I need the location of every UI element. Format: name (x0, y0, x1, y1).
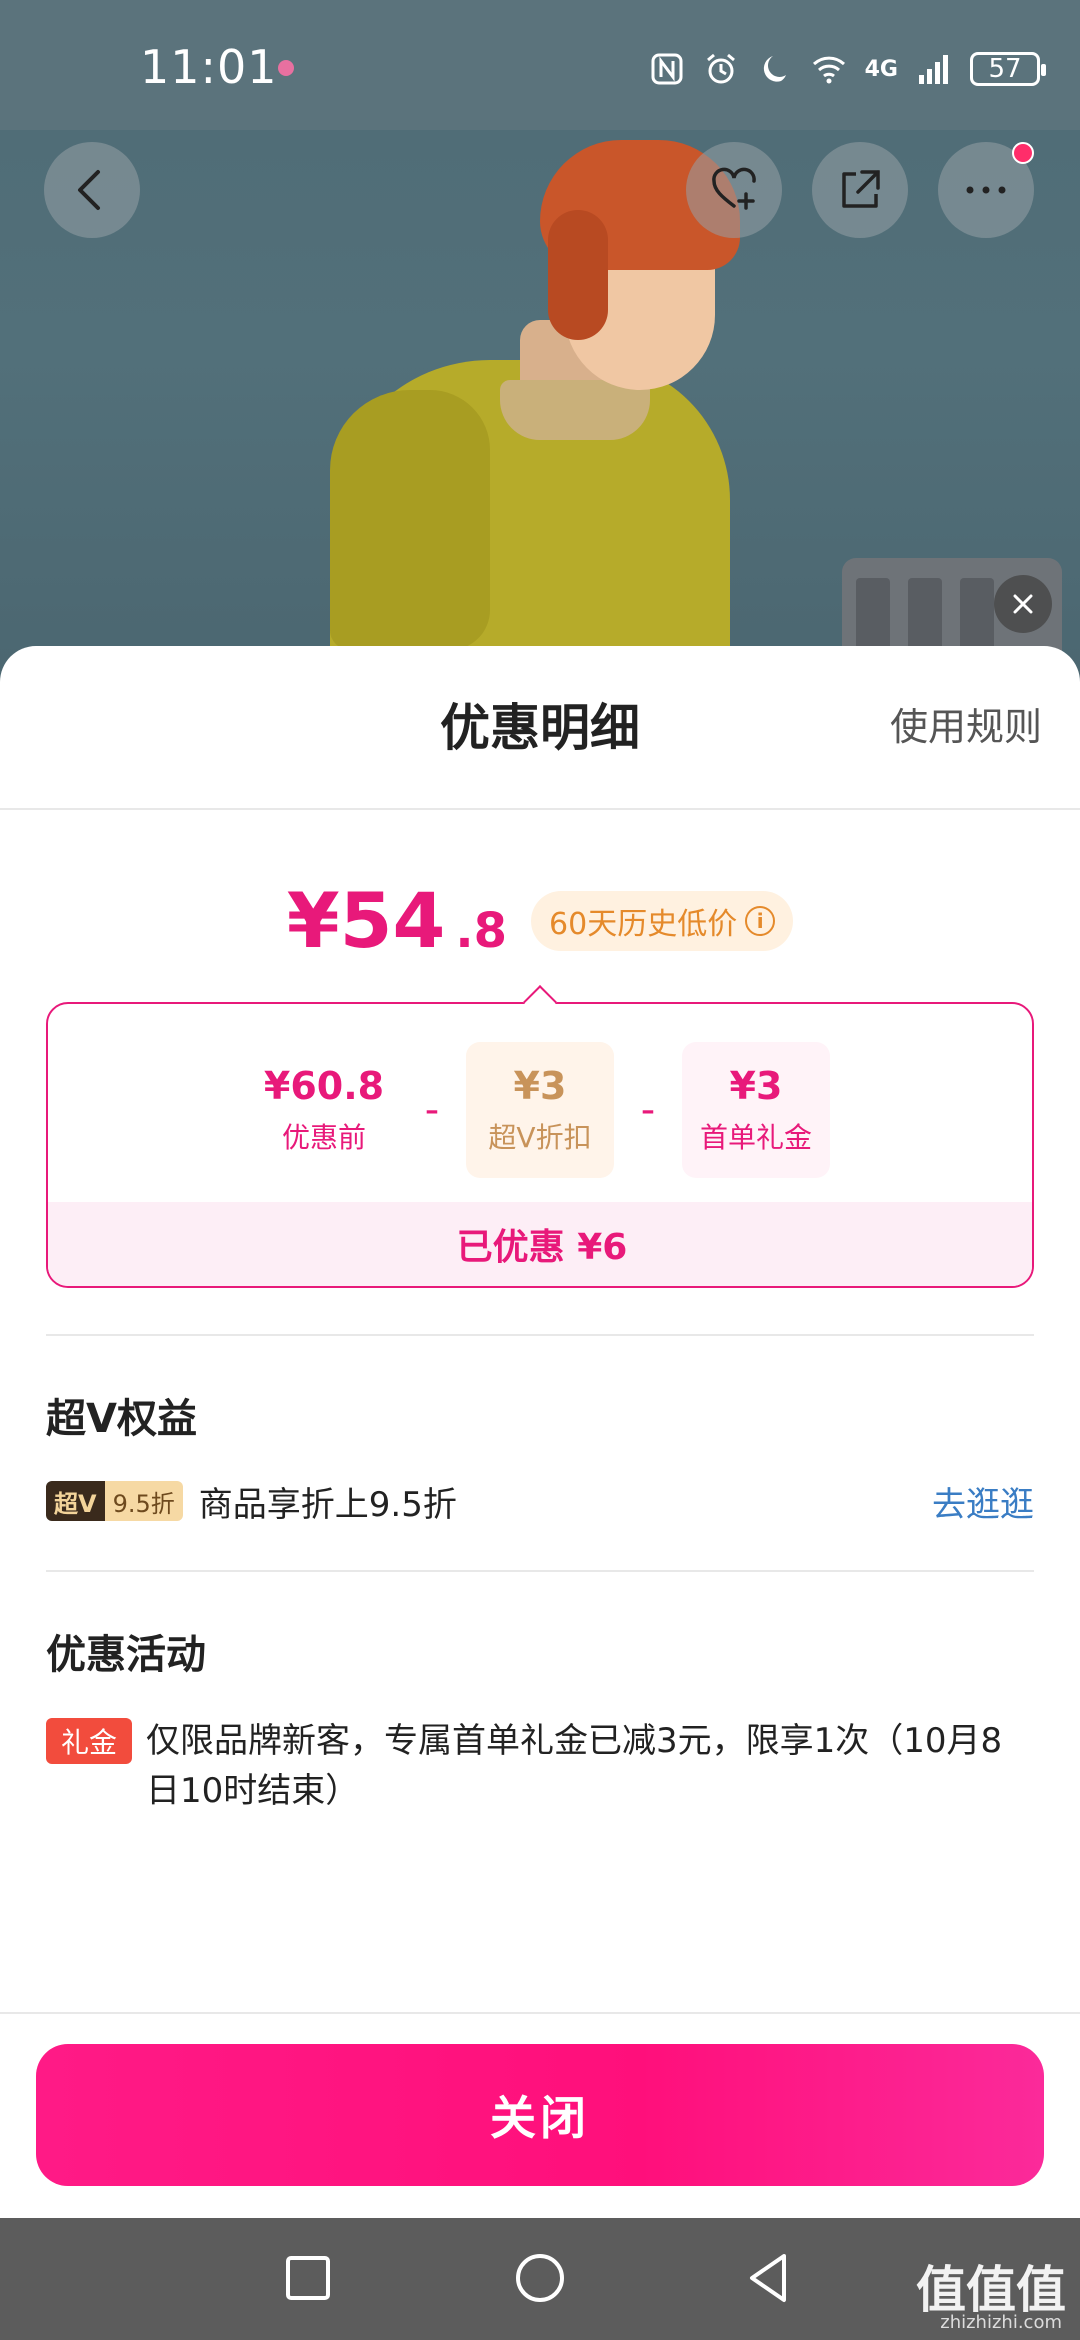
back-icon (78, 170, 100, 210)
status-bar: 11:01 4G 57 (0, 0, 1080, 130)
product-jacket-hood (330, 390, 490, 650)
promo-row: 礼金 仅限品牌新客，专属首单礼金已减3元，限享1次（10月8日10时结束） (46, 1716, 1034, 1816)
back-button[interactable] (44, 142, 140, 238)
favorite-button[interactable] (686, 142, 782, 238)
nfc-icon (651, 53, 683, 85)
breakdown-value: ¥3 (729, 1064, 783, 1108)
price-breakdown: ¥60.8 优惠前 - ¥3 超V折扣 - ¥3 首单礼金 已优惠 ¥6 (46, 1002, 1034, 1288)
home-icon[interactable] (510, 2248, 570, 2308)
vip-badge: 超V 9.5折 (46, 1481, 183, 1521)
price-integer: ¥54 (286, 876, 446, 965)
minus-sign: - (640, 1087, 656, 1133)
vip-benefit-row: 超V 9.5折 商品享折上9.5折 去逛逛 (46, 1476, 1034, 1526)
price-decimal: .8 (455, 903, 508, 959)
vip-badge-label: 超V (46, 1481, 105, 1521)
breakdown-first-order-gift: ¥3 首单礼金 (682, 1042, 830, 1178)
wifi-icon (812, 56, 845, 84)
share-icon (842, 170, 880, 208)
watermark-url: zhizhizhi.com (940, 2312, 1062, 2333)
notification-dot-icon (278, 60, 294, 76)
more-notification-dot (1012, 142, 1034, 164)
breakdown-value: ¥3 (513, 1064, 567, 1108)
moon-icon (763, 56, 786, 82)
section-divider (46, 1570, 1034, 1572)
breakdown-original: ¥60.8 优惠前 (250, 1042, 398, 1178)
discount-detail-sheet: 优惠明细 使用规则 ¥54.8 60天历史低价 i ¥60.8 优惠前 - ¥3… (0, 646, 1080, 2218)
minus-sign: - (424, 1087, 440, 1133)
breakdown-value: ¥60.8 (263, 1064, 385, 1108)
gift-tag: 礼金 (46, 1718, 132, 1764)
info-icon: i (745, 905, 776, 936)
breakdown-label: 首单礼金 (699, 1121, 812, 1154)
share-button[interactable] (812, 142, 908, 238)
history-low-label: 60天历史低价 (549, 906, 738, 942)
favorite-add-icon (712, 167, 756, 210)
vip-badge-discount: 9.5折 (104, 1481, 183, 1521)
breakdown-items: ¥60.8 优惠前 - ¥3 超V折扣 - ¥3 首单礼金 (48, 1042, 1032, 1178)
footer-divider (0, 2012, 1080, 2014)
title-divider (0, 808, 1080, 810)
network-type: 4G (864, 56, 898, 82)
floating-close-button[interactable] (994, 575, 1052, 633)
status-time: 11:01 (140, 40, 278, 94)
back-nav-icon[interactable] (740, 2248, 800, 2308)
recent-apps-icon[interactable] (278, 2248, 338, 2308)
breakdown-vip-discount: ¥3 超V折扣 (466, 1042, 614, 1178)
signal-icon (919, 55, 948, 84)
battery-level: 57 (988, 54, 1022, 84)
close-icon (1013, 594, 1033, 614)
alarm-icon (706, 53, 735, 84)
breakdown-label: 优惠前 (281, 1121, 366, 1154)
breakdown-label: 超V折扣 (488, 1121, 592, 1154)
vip-section-title: 超V权益 (46, 1396, 197, 1442)
promo-text: 仅限品牌新客，专属首单礼金已减3元，限享1次（10月8日10时结束） (146, 1721, 1003, 1811)
final-price-row: ¥54.8 60天历史低价 i (0, 876, 1080, 965)
more-icon (966, 186, 1006, 194)
close-button[interactable]: 关闭 (36, 2044, 1044, 2186)
usage-rules-link[interactable]: 使用规则 (890, 696, 1042, 751)
status-icons: 4G 57 (649, 44, 1046, 94)
browse-link[interactable]: 去逛逛 (932, 1477, 1034, 1526)
model-hair-side (548, 210, 608, 340)
total-saved: 已优惠 ¥6 (48, 1202, 1032, 1286)
vip-benefit-text: 商品享折上9.5折 (198, 1484, 457, 1525)
battery-icon: 57 (970, 52, 1046, 86)
promo-section-title: 优惠活动 (46, 1632, 206, 1678)
history-low-tag[interactable]: 60天历史低价 i (531, 890, 794, 951)
section-divider (46, 1334, 1034, 1336)
